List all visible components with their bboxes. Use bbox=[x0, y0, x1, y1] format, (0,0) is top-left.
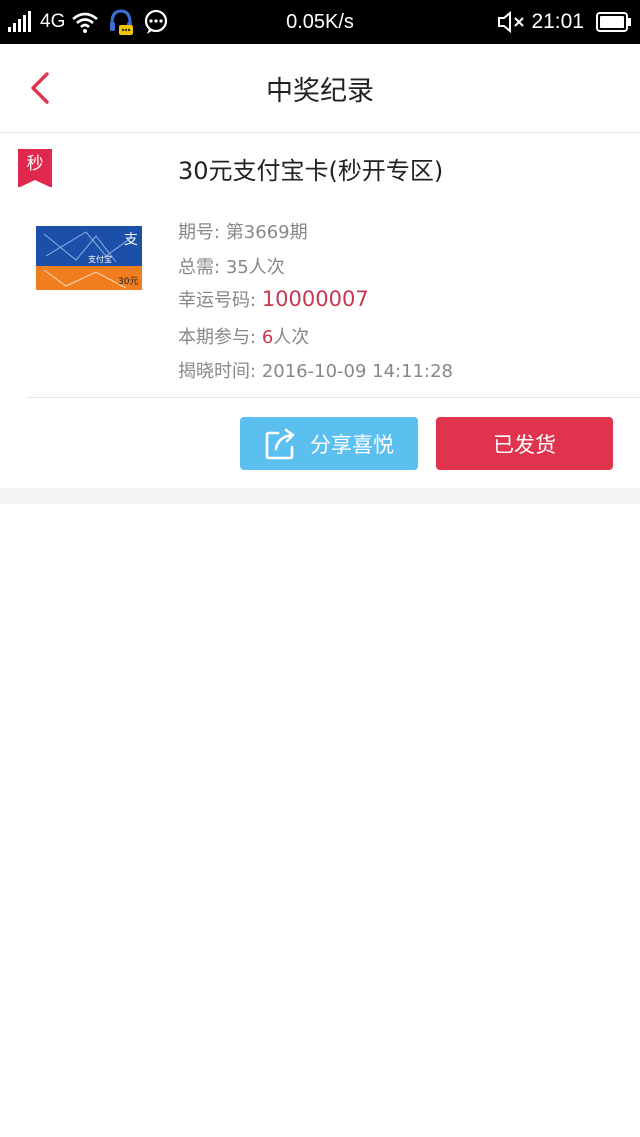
mute-icon bbox=[497, 10, 527, 34]
prize-image[interactable]: 支 支付宝 30元 bbox=[36, 226, 142, 290]
share-button-label: 分享喜悦 bbox=[310, 432, 394, 457]
total-need-label: 总需: bbox=[178, 257, 221, 278]
reveal-time-line: 揭晓时间: 2016-10-09 14:11:28 bbox=[178, 357, 453, 383]
seckill-tag: 秒 bbox=[18, 149, 52, 188]
lucky-number-line: 幸运号码: 10000007 bbox=[178, 286, 369, 312]
page-title: 中奖纪录 bbox=[266, 75, 374, 107]
battery-icon bbox=[596, 11, 632, 33]
lucky-number-label: 幸运号码: bbox=[178, 290, 257, 311]
status-right: 21:01 bbox=[497, 0, 632, 44]
clock: 21:01 bbox=[531, 10, 584, 33]
reveal-time-value: 2016-10-09 14:11:28 bbox=[261, 361, 453, 382]
lucky-number-value: 10000007 bbox=[261, 287, 369, 311]
status-bar: 4G 0.05K/s 21:01 bbox=[0, 0, 640, 44]
participation-count: 6 bbox=[261, 327, 274, 348]
total-need-line: 总需: 35人次 bbox=[178, 253, 285, 279]
header-bar: 中奖纪录 bbox=[0, 44, 640, 133]
participation-label: 本期参与: bbox=[178, 327, 257, 348]
card-logo-text: 支付宝 bbox=[88, 254, 112, 264]
issue-label: 期号: bbox=[178, 222, 221, 243]
prize-title[interactable]: 30元支付宝卡(秒开专区) bbox=[178, 151, 443, 186]
card-denomination: 30元 bbox=[118, 277, 138, 287]
issue-value: 第3669期 bbox=[225, 222, 308, 243]
winning-record-card: 秒 支 支付宝 30元 30元支付宝卡(秒开专区) 期号: 第3669期 总需:… bbox=[0, 133, 640, 488]
share-button[interactable]: 分享喜悦 bbox=[240, 417, 418, 470]
share-icon bbox=[264, 427, 298, 461]
participation-line: 本期参与: 6人次 bbox=[178, 323, 309, 349]
card-divider bbox=[26, 397, 640, 398]
shipped-button[interactable]: 已发货 bbox=[436, 417, 613, 470]
total-need-value: 35人次 bbox=[225, 257, 285, 278]
section-gap bbox=[0, 488, 640, 504]
card-brand-char: 支 bbox=[124, 232, 138, 248]
shipped-button-label: 已发货 bbox=[493, 432, 556, 457]
participation-unit: 人次 bbox=[273, 327, 310, 348]
issue-line: 期号: 第3669期 bbox=[178, 218, 308, 244]
reveal-time-label: 揭晓时间: bbox=[178, 361, 257, 382]
